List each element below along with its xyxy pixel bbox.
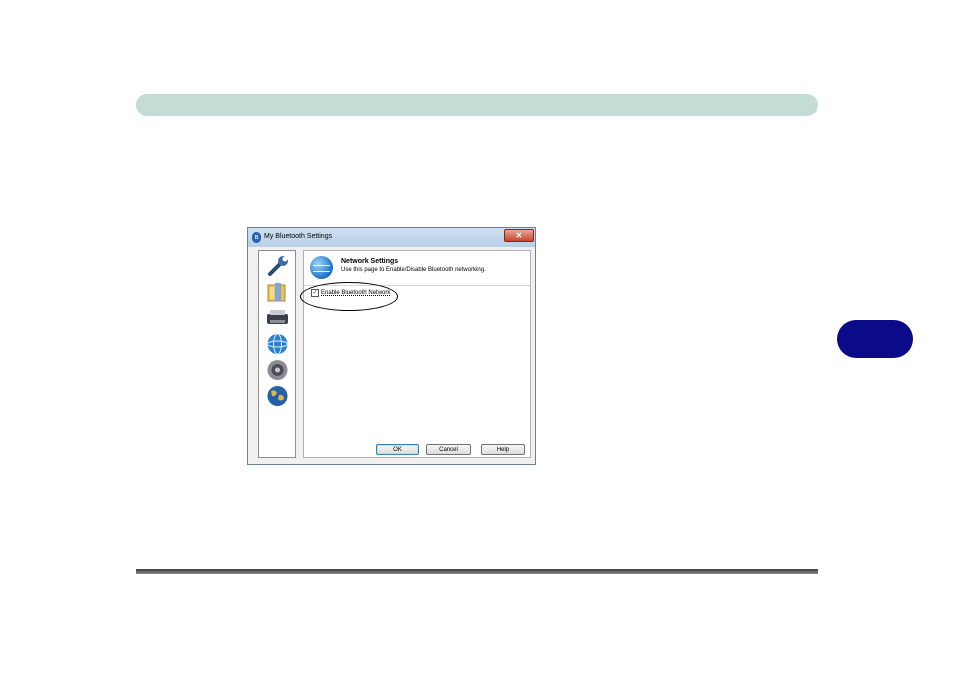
bluetooth-icon: ʙ <box>252 232 261 243</box>
content-panel: Network Settings Use this page to Enable… <box>303 250 531 458</box>
network-globe-icon <box>310 256 333 279</box>
category-sidebar <box>258 250 296 458</box>
speaker-icon[interactable] <box>265 359 290 381</box>
footer-rule <box>136 569 818 574</box>
close-button[interactable]: ✕ <box>504 229 534 242</box>
highlight-ellipse <box>300 282 398 311</box>
help-button[interactable]: Help <box>481 444 525 455</box>
ok-button[interactable]: OK <box>376 444 419 455</box>
title-bar[interactable]: ʙ My Bluetooth Settings ✕ <box>248 228 535 247</box>
folder-icon[interactable] <box>265 281 290 303</box>
section-title: Network Settings <box>341 258 399 265</box>
earth-globe-icon[interactable] <box>265 385 290 407</box>
section-description: Use this page to Enable/Disable Bluetoot… <box>341 267 486 273</box>
network-globe-icon[interactable] <box>265 333 290 355</box>
page-header-bar <box>136 94 818 116</box>
window-title: My Bluetooth Settings <box>264 233 333 240</box>
bluetooth-settings-window: ʙ My Bluetooth Settings ✕ Network Settin… <box>247 227 536 465</box>
wrench-icon[interactable] <box>265 255 290 277</box>
content-header: Network Settings Use this page to Enable… <box>304 251 530 286</box>
printer-icon[interactable] <box>265 307 290 329</box>
chapter-tab <box>837 320 913 358</box>
cancel-button[interactable]: Cancel <box>426 444 471 455</box>
